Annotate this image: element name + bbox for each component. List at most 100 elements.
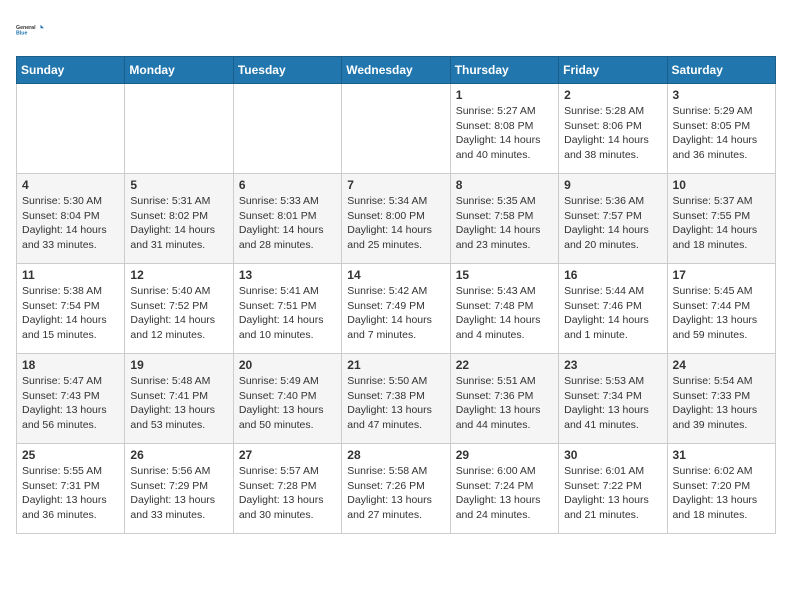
calendar-cell: 11 Sunrise: 5:38 AM Sunset: 7:54 PM Dayli… [17,264,125,354]
week-row-4: 18 Sunrise: 5:47 AM Sunset: 7:43 PM Dayli… [17,354,776,444]
day-number: 25 [22,448,119,462]
day-number: 7 [347,178,444,192]
day-number: 18 [22,358,119,372]
day-info: Sunrise: 5:47 AM Sunset: 7:43 PM Dayligh… [22,374,119,433]
day-number: 14 [347,268,444,282]
calendar-cell: 19 Sunrise: 5:48 AM Sunset: 7:41 PM Dayli… [125,354,233,444]
day-number: 22 [456,358,553,372]
day-info: Sunrise: 5:54 AM Sunset: 7:33 PM Dayligh… [673,374,770,433]
day-info: Sunrise: 5:53 AM Sunset: 7:34 PM Dayligh… [564,374,661,433]
weekday-header-row: SundayMondayTuesdayWednesdayThursdayFrid… [17,57,776,84]
day-info: Sunrise: 5:30 AM Sunset: 8:04 PM Dayligh… [22,194,119,253]
calendar-cell: 16 Sunrise: 5:44 AM Sunset: 7:46 PM Dayli… [559,264,667,354]
calendar-cell: 14 Sunrise: 5:42 AM Sunset: 7:49 PM Dayli… [342,264,450,354]
week-row-1: 1 Sunrise: 5:27 AM Sunset: 8:08 PM Daylig… [17,84,776,174]
day-info: Sunrise: 6:01 AM Sunset: 7:22 PM Dayligh… [564,464,661,523]
day-info: Sunrise: 5:27 AM Sunset: 8:08 PM Dayligh… [456,104,553,163]
weekday-header-wednesday: Wednesday [342,57,450,84]
calendar-cell: 6Sunrise: 5:33 AM Sunset: 8:01 PM Daylig… [233,174,341,264]
calendar-cell: 8 Sunrise: 5:35 AM Sunset: 7:58 PM Daylig… [450,174,558,264]
calendar-cell: 10 Sunrise: 5:37 AM Sunset: 7:55 PM Dayli… [667,174,775,264]
calendar-cell: 13 Sunrise: 5:41 AM Sunset: 7:51 PM Dayli… [233,264,341,354]
day-number: 13 [239,268,336,282]
calendar-cell: 2 Sunrise: 5:28 AM Sunset: 8:06 PM Daylig… [559,84,667,174]
day-number: 4 [22,178,119,192]
calendar-cell: 28 Sunrise: 5:58 AM Sunset: 7:26 PM Dayli… [342,444,450,534]
calendar-cell: 17 Sunrise: 5:45 AM Sunset: 7:44 PM Dayli… [667,264,775,354]
calendar-cell: 4 Sunrise: 5:30 AM Sunset: 8:04 PM Daylig… [17,174,125,264]
day-info: Sunrise: 5:36 AM Sunset: 7:57 PM Dayligh… [564,194,661,253]
day-info: Sunrise: 5:34 AM Sunset: 8:00 PM Dayligh… [347,194,444,253]
day-info: Sunrise: 5:58 AM Sunset: 7:26 PM Dayligh… [347,464,444,523]
header: General Blue [16,16,776,44]
day-info: Sunrise: 5:49 AM Sunset: 7:40 PM Dayligh… [239,374,336,433]
calendar-cell: 3Sunrise: 5:29 AM Sunset: 8:05 PM Daylig… [667,84,775,174]
day-number: 28 [347,448,444,462]
day-info: Sunrise: 5:44 AM Sunset: 7:46 PM Dayligh… [564,284,661,343]
day-number: 9 [564,178,661,192]
calendar-cell [17,84,125,174]
day-number: 11 [22,268,119,282]
calendar-cell: 21Sunrise: 5:50 AM Sunset: 7:38 PM Dayli… [342,354,450,444]
calendar-cell: 12Sunrise: 5:40 AM Sunset: 7:52 PM Dayli… [125,264,233,354]
day-info: Sunrise: 5:50 AM Sunset: 7:38 PM Dayligh… [347,374,444,433]
day-info: Sunrise: 5:48 AM Sunset: 7:41 PM Dayligh… [130,374,227,433]
day-number: 10 [673,178,770,192]
day-info: Sunrise: 6:00 AM Sunset: 7:24 PM Dayligh… [456,464,553,523]
day-number: 1 [456,88,553,102]
weekday-header-sunday: Sunday [17,57,125,84]
calendar-cell: 31 Sunrise: 6:02 AM Sunset: 7:20 PM Dayli… [667,444,775,534]
weekday-header-saturday: Saturday [667,57,775,84]
calendar-cell: 20Sunrise: 5:49 AM Sunset: 7:40 PM Dayli… [233,354,341,444]
day-info: Sunrise: 5:38 AM Sunset: 7:54 PM Dayligh… [22,284,119,343]
day-info: Sunrise: 5:31 AM Sunset: 8:02 PM Dayligh… [130,194,227,253]
day-number: 6 [239,178,336,192]
calendar-cell: 25 Sunrise: 5:55 AM Sunset: 7:31 PM Dayli… [17,444,125,534]
day-number: 30 [564,448,661,462]
calendar-cell: 23Sunrise: 5:53 AM Sunset: 7:34 PM Dayli… [559,354,667,444]
day-info: Sunrise: 5:45 AM Sunset: 7:44 PM Dayligh… [673,284,770,343]
day-info: Sunrise: 5:28 AM Sunset: 8:06 PM Dayligh… [564,104,661,163]
calendar-cell: 15 Sunrise: 5:43 AM Sunset: 7:48 PM Dayli… [450,264,558,354]
calendar-cell: 27Sunrise: 5:57 AM Sunset: 7:28 PM Dayli… [233,444,341,534]
day-info: Sunrise: 5:41 AM Sunset: 7:51 PM Dayligh… [239,284,336,343]
calendar-cell: 7 Sunrise: 5:34 AM Sunset: 8:00 PM Daylig… [342,174,450,264]
svg-text:General: General [16,25,36,31]
calendar-cell [233,84,341,174]
calendar-cell: 9 Sunrise: 5:36 AM Sunset: 7:57 PM Daylig… [559,174,667,264]
day-info: Sunrise: 5:42 AM Sunset: 7:49 PM Dayligh… [347,284,444,343]
week-row-3: 11 Sunrise: 5:38 AM Sunset: 7:54 PM Dayli… [17,264,776,354]
svg-text:Blue: Blue [16,31,27,37]
day-number: 16 [564,268,661,282]
day-number: 5 [130,178,227,192]
calendar-cell: 1 Sunrise: 5:27 AM Sunset: 8:08 PM Daylig… [450,84,558,174]
weekday-header-monday: Monday [125,57,233,84]
day-number: 2 [564,88,661,102]
calendar-cell: 5 Sunrise: 5:31 AM Sunset: 8:02 PM Daylig… [125,174,233,264]
day-number: 31 [673,448,770,462]
day-info: Sunrise: 5:56 AM Sunset: 7:29 PM Dayligh… [130,464,227,523]
day-info: Sunrise: 5:43 AM Sunset: 7:48 PM Dayligh… [456,284,553,343]
day-number: 15 [456,268,553,282]
weekday-header-friday: Friday [559,57,667,84]
calendar-cell: 24Sunrise: 5:54 AM Sunset: 7:33 PM Dayli… [667,354,775,444]
day-info: Sunrise: 5:51 AM Sunset: 7:36 PM Dayligh… [456,374,553,433]
logo-icon: General Blue [16,16,44,44]
day-number: 19 [130,358,227,372]
calendar-cell: 29Sunrise: 6:00 AM Sunset: 7:24 PM Dayli… [450,444,558,534]
day-info: Sunrise: 5:40 AM Sunset: 7:52 PM Dayligh… [130,284,227,343]
weekday-header-thursday: Thursday [450,57,558,84]
day-number: 17 [673,268,770,282]
week-row-5: 25 Sunrise: 5:55 AM Sunset: 7:31 PM Dayli… [17,444,776,534]
calendar-table: SundayMondayTuesdayWednesdayThursdayFrid… [16,56,776,534]
day-info: Sunrise: 5:55 AM Sunset: 7:31 PM Dayligh… [22,464,119,523]
calendar-cell: 30 Sunrise: 6:01 AM Sunset: 7:22 PM Dayli… [559,444,667,534]
day-info: Sunrise: 5:37 AM Sunset: 7:55 PM Dayligh… [673,194,770,253]
calendar-cell [342,84,450,174]
day-number: 8 [456,178,553,192]
day-number: 26 [130,448,227,462]
day-number: 27 [239,448,336,462]
day-info: Sunrise: 6:02 AM Sunset: 7:20 PM Dayligh… [673,464,770,523]
day-info: Sunrise: 5:35 AM Sunset: 7:58 PM Dayligh… [456,194,553,253]
calendar-cell [125,84,233,174]
